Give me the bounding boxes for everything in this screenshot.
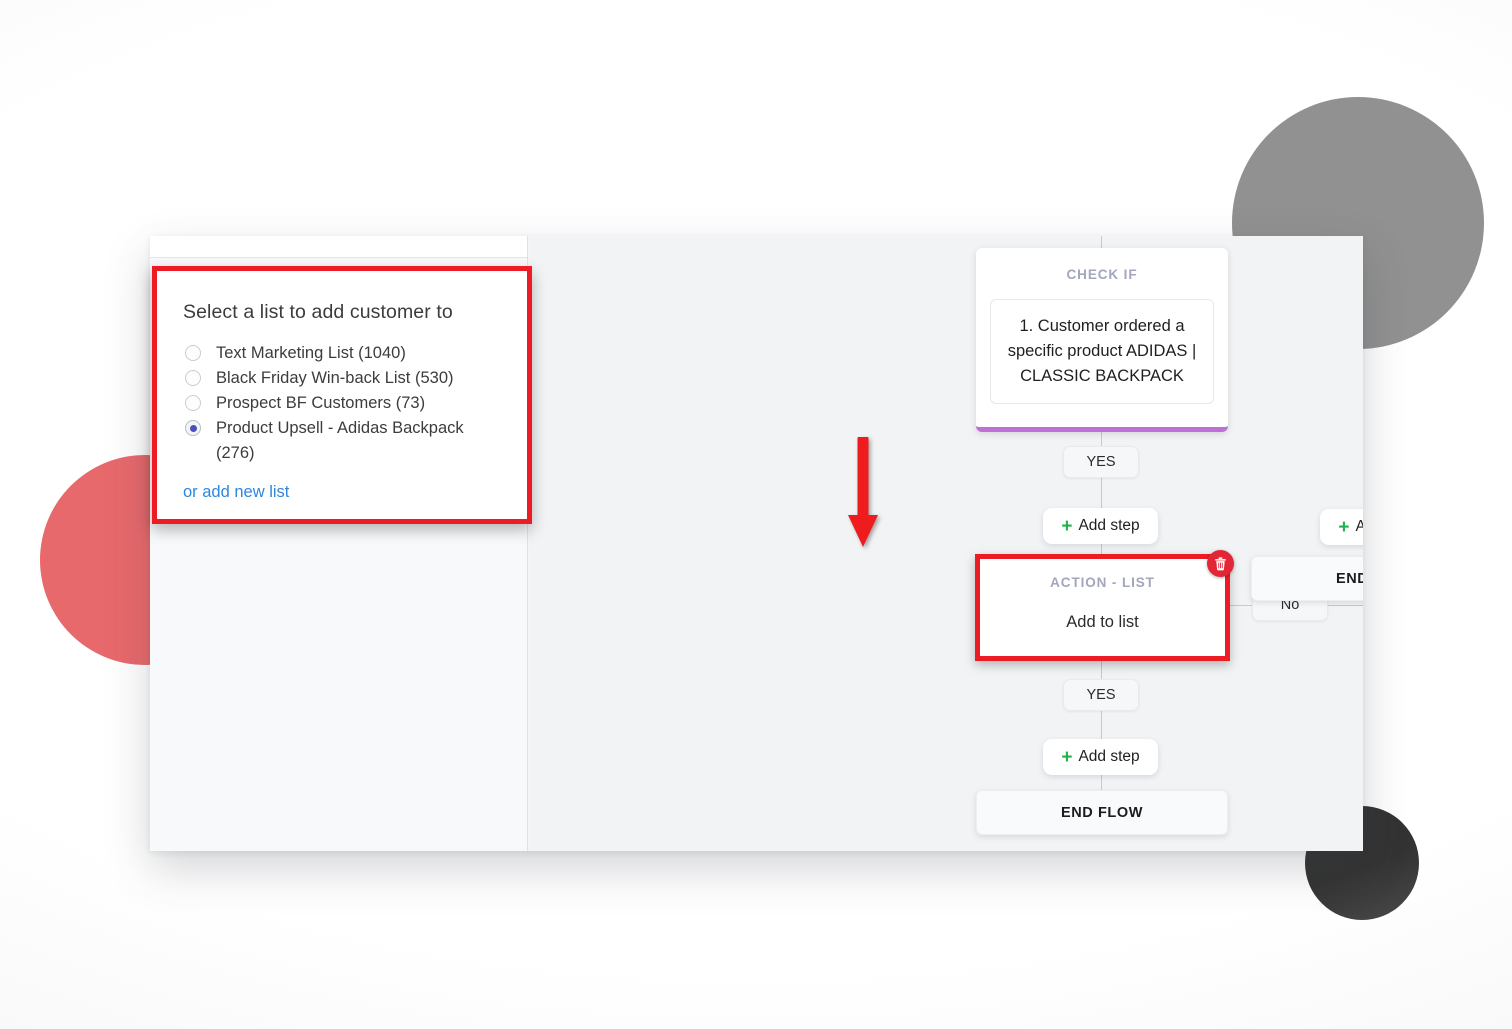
radio-icon[interactable] [185,370,201,386]
add-step-button-2[interactable]: + Add step [1043,739,1158,775]
check-if-kicker: CHECK IF [1066,267,1138,282]
list-selection-panel[interactable]: Select a list to add customer to Text Ma… [152,266,532,524]
list-option-black-friday[interactable]: Black Friday Win-back List (530) [183,366,501,391]
list-radio-group[interactable]: Text Marketing List (1040) Black Friday … [183,341,501,466]
connector-top-stub [1101,236,1102,248]
left-panel-header [150,236,527,258]
connector-checkif-to-no [1228,605,1252,606]
end-flow-node-right[interactable]: END FLOW [1251,556,1363,601]
action-list-kicker: ACTION - LIST [1050,575,1155,590]
list-option-label: Prospect BF Customers (73) [216,394,426,412]
plus-icon: + [1061,515,1073,537]
connector-addstep-to-action [1101,544,1102,554]
action-list-body-text: Add to list [1066,613,1139,631]
check-if-node[interactable]: CHECK IF 1. Customer ordered a specific … [976,248,1228,432]
add-new-list-link[interactable]: or add new list [183,483,289,502]
check-if-condition-text[interactable]: 1. Customer ordered a specific product A… [990,299,1214,404]
plus-icon: + [1061,746,1073,768]
trash-icon [1215,556,1226,570]
connector-addstep2-to-endflow [1101,775,1102,790]
connector-checkif-to-yes [1101,432,1102,446]
radio-icon[interactable] [185,345,201,361]
delete-node-button[interactable] [1207,550,1234,577]
connector-yes2-to-addstep2 [1101,711,1102,739]
action-list-node[interactable]: ACTION - LIST Add to list [975,550,1234,661]
list-option-prospect-bf[interactable]: Prospect BF Customers (73) [183,391,501,416]
list-option-label: Product Upsell - Adidas Backpack (276) [216,419,464,462]
add-step-button-3[interactable]: + Add step [1320,509,1363,545]
connector-action-to-yes2 [1101,661,1102,679]
list-option-text-marketing[interactable]: Text Marketing List (1040) [183,341,501,366]
flow-canvas[interactable]: CHECK IF 1. Customer ordered a specific … [529,236,1363,851]
branch-label-yes-2: YES [1063,679,1139,711]
radio-icon-selected[interactable] [185,420,201,436]
connector-yes-to-addstep [1101,478,1102,508]
list-option-label: Text Marketing List (1040) [216,344,406,362]
add-step-label: Add step [1078,517,1140,534]
end-flow-node-main[interactable]: END FLOW [976,790,1228,835]
plus-icon: + [1338,516,1350,538]
branch-label-yes-1: YES [1063,446,1139,478]
radio-icon[interactable] [185,395,201,411]
list-selection-title: Select a list to add customer to [183,301,453,323]
list-option-product-upsell[interactable]: Product Upsell - Adidas Backpack (276) [183,416,501,466]
annotation-arrow-icon [848,437,878,547]
connector-no-to-branch [1328,605,1363,606]
list-option-label: Black Friday Win-back List (530) [216,369,454,387]
add-step-label: Add step [1355,518,1363,535]
add-step-button-1[interactable]: + Add step [1043,508,1158,544]
add-step-label: Add step [1078,748,1140,765]
